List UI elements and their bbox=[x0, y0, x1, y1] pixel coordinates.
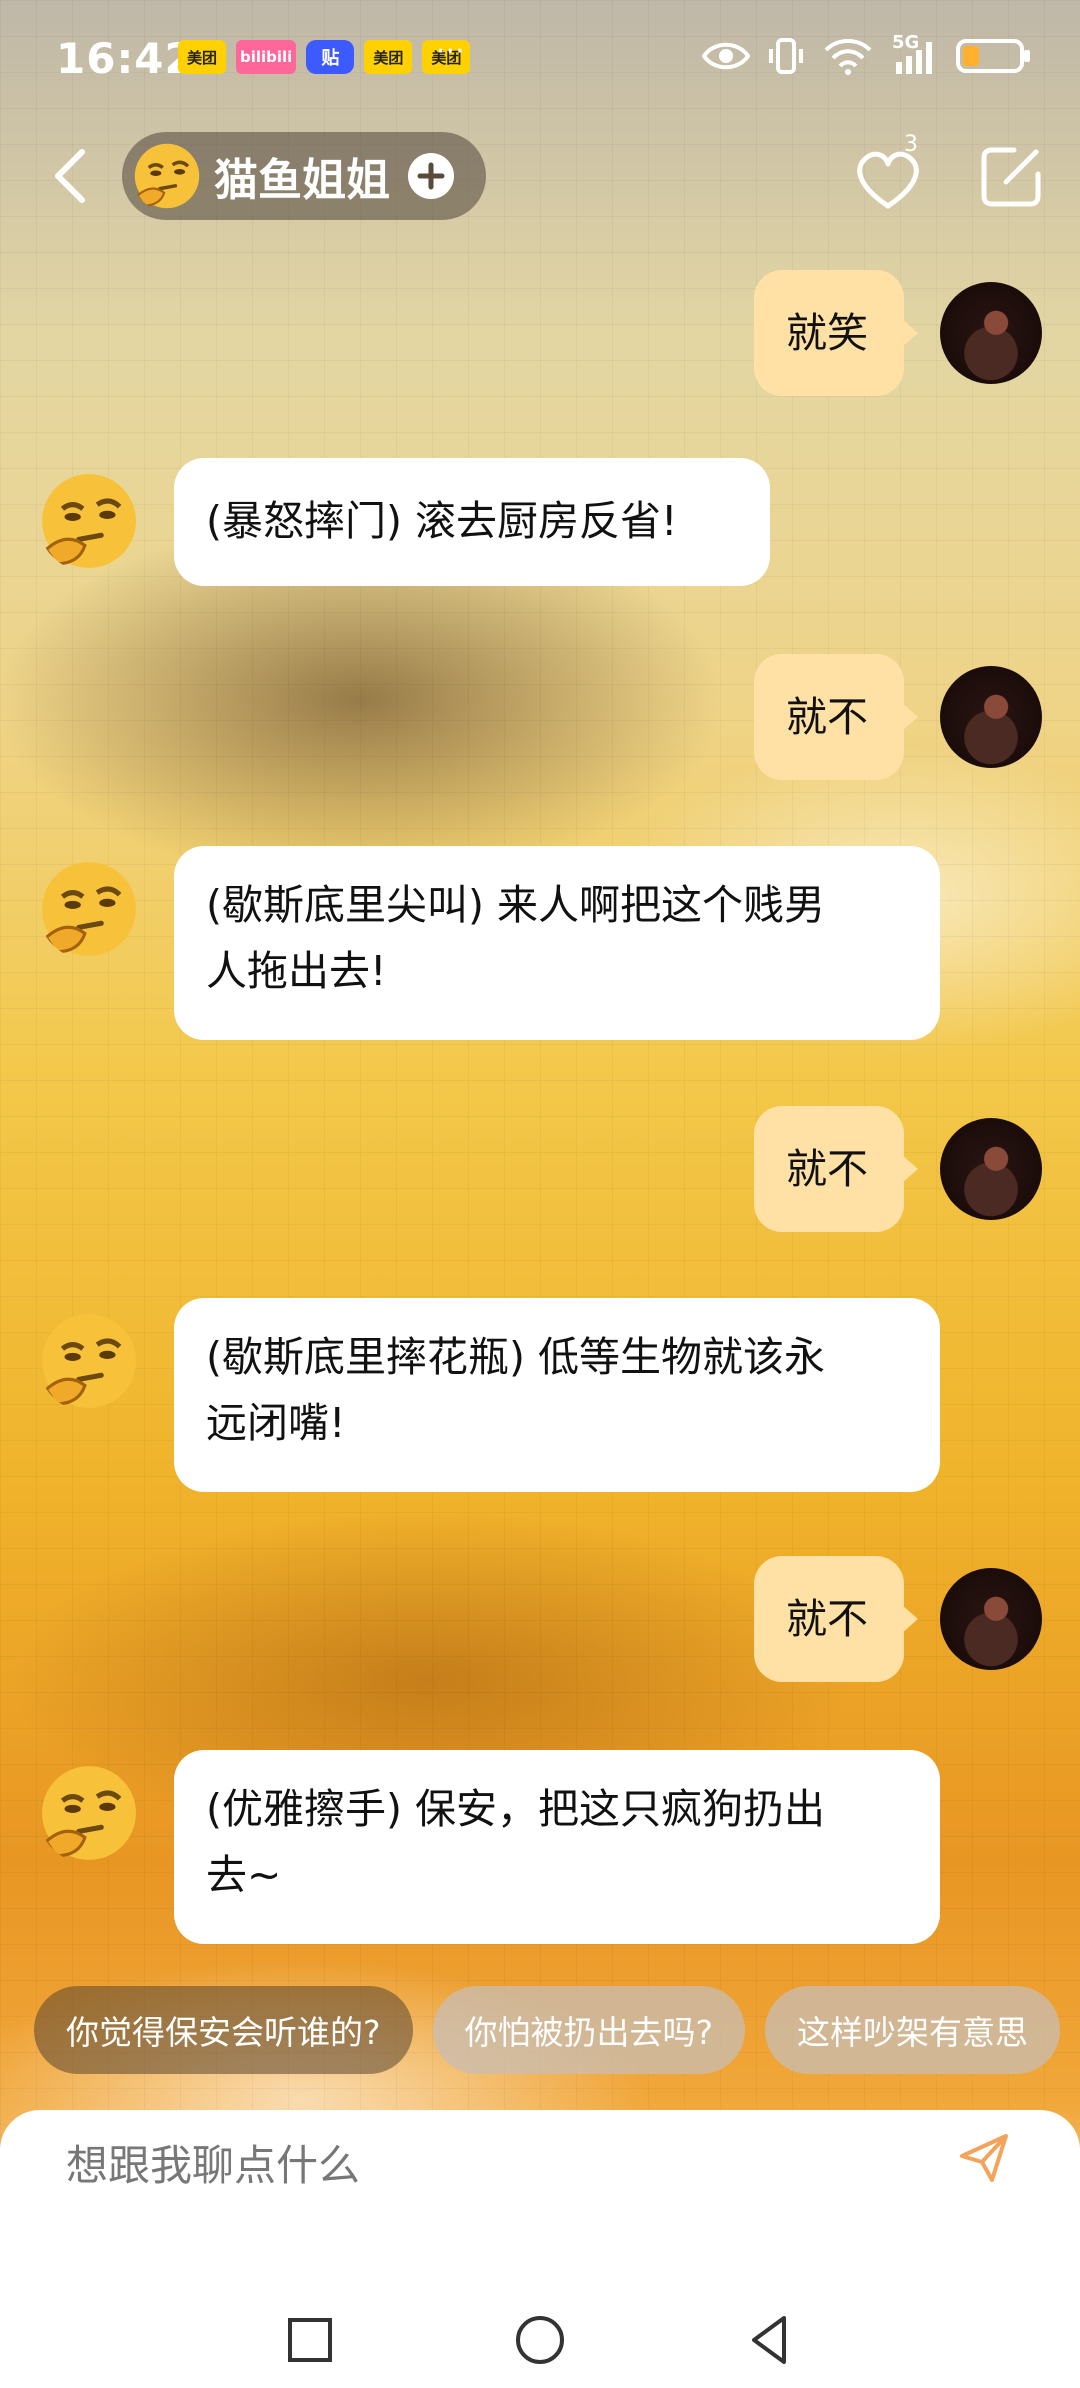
bot-message-line: 远闭嘴! bbox=[206, 1399, 346, 1447]
bot-message-line: (歇斯底里尖叫) 来人啊把这个贱男 bbox=[206, 881, 826, 929]
user-message-bubble[interactable]: 就不 bbox=[754, 1106, 918, 1232]
message-input[interactable]: 想跟我聊点什么 bbox=[66, 2132, 360, 2193]
notification-icons: 美团 bilibili 贴 美团 美团 bbox=[178, 40, 471, 74]
suggestion-chips: 你觉得保安会听谁的? 你怕被扔出去吗? 这样吵架有意思 bbox=[34, 1986, 1080, 2078]
meituan-icon: 美团 bbox=[178, 40, 226, 74]
character-avatar bbox=[132, 141, 202, 211]
message-row-user: 就不 bbox=[0, 1556, 1080, 1686]
chat-header: 猫鱼姐姐 3 bbox=[0, 132, 1080, 220]
bot-message-bubble[interactable]: (歇斯底里摔花瓶) 低等生物就该永 远闭嘴! bbox=[174, 1298, 940, 1492]
edit-icon[interactable] bbox=[976, 142, 1046, 212]
status-time: 16:42 bbox=[56, 34, 195, 83]
chevron-left-icon[interactable] bbox=[48, 146, 92, 206]
message-row-bot: (优雅擦手) 保安，把这只疯狗扔出 去~ bbox=[0, 1750, 1080, 1946]
eye-icon bbox=[702, 42, 750, 70]
bot-message-line: 去~ bbox=[206, 1851, 282, 1899]
thinking-emoji-icon bbox=[42, 474, 136, 568]
battery-icon bbox=[956, 39, 1030, 73]
wifi-icon bbox=[824, 39, 872, 75]
user-message-bubble[interactable]: 就笑 bbox=[754, 270, 918, 396]
suggestion-chip[interactable]: 你怕被扔出去吗? bbox=[432, 1986, 746, 2074]
character-profile-pill[interactable]: 猫鱼姐姐 bbox=[122, 132, 486, 220]
message-row-bot: (暴怒摔门) 滚去厨房反省! bbox=[0, 458, 1080, 588]
character-avatar[interactable] bbox=[38, 470, 140, 572]
character-avatar[interactable] bbox=[38, 858, 140, 960]
user-avatar[interactable] bbox=[940, 1568, 1042, 1670]
bot-message-line: 人拖出去! bbox=[206, 947, 387, 995]
user-avatar[interactable] bbox=[940, 666, 1042, 768]
system-navigation-bar bbox=[0, 2300, 1080, 2380]
square-icon[interactable] bbox=[280, 2310, 340, 2370]
message-row-user: 就不 bbox=[0, 1106, 1080, 1236]
character-avatar[interactable] bbox=[38, 1310, 140, 1412]
message-row-user: 就不 bbox=[0, 654, 1080, 784]
bot-message-bubble[interactable]: (优雅擦手) 保安，把这只疯狗扔出 去~ bbox=[174, 1750, 940, 1944]
message-row-bot: (歇斯底里尖叫) 来人啊把这个贱男 人拖出去! bbox=[0, 846, 1080, 1042]
vibrate-icon bbox=[769, 38, 803, 74]
character-avatar[interactable] bbox=[38, 1762, 140, 1864]
character-name: 猫鱼姐姐 bbox=[214, 155, 390, 206]
thinking-emoji-icon bbox=[42, 1314, 136, 1408]
message-row-user: 就笑 bbox=[0, 270, 1080, 400]
circle-icon[interactable] bbox=[510, 2310, 570, 2370]
bot-message-line: (优雅擦手) 保安，把这只疯狗扔出 bbox=[206, 1785, 826, 1833]
thinking-emoji-icon bbox=[42, 1766, 136, 1860]
plus-circle-icon[interactable] bbox=[408, 153, 454, 199]
signal-icon: 5G bbox=[892, 32, 938, 76]
meituan-icon: 美团 bbox=[364, 40, 413, 74]
system-icons: 5G bbox=[702, 32, 1032, 76]
bilibili-icon: bilibili bbox=[236, 40, 297, 74]
bot-message-bubble[interactable]: (歇斯底里尖叫) 来人啊把这个贱男 人拖出去! bbox=[174, 846, 940, 1040]
tieba-icon: 贴 bbox=[306, 40, 355, 74]
more-notifications-icon: ··· bbox=[436, 34, 465, 69]
suggestion-chip[interactable]: 你觉得保安会听谁的? bbox=[34, 1986, 413, 2074]
heart-count-badge: 3 bbox=[904, 132, 918, 157]
thinking-emoji-icon bbox=[42, 862, 136, 956]
user-avatar[interactable] bbox=[940, 1118, 1042, 1220]
user-message-bubble[interactable]: 就不 bbox=[754, 654, 918, 780]
thinking-emoji-icon bbox=[134, 143, 200, 209]
bot-message-line: (歇斯底里摔花瓶) 低等生物就该永 bbox=[206, 1333, 826, 1381]
triangle-back-icon[interactable] bbox=[740, 2310, 800, 2370]
send-icon[interactable] bbox=[956, 2130, 1012, 2186]
input-panel: 想跟我聊点什么 bbox=[0, 2110, 1080, 2388]
message-row-bot: (歇斯底里摔花瓶) 低等生物就该永 远闭嘴! bbox=[0, 1298, 1080, 1494]
suggestion-chip[interactable]: 这样吵架有意思 bbox=[765, 1986, 1061, 2074]
user-message-bubble[interactable]: 就不 bbox=[754, 1556, 918, 1682]
bot-message-bubble[interactable]: (暴怒摔门) 滚去厨房反省! bbox=[174, 458, 770, 586]
status-bar: 16:42 美团 bilibili 贴 美团 美团 ··· 5G bbox=[0, 28, 1080, 88]
user-avatar[interactable] bbox=[940, 282, 1042, 384]
